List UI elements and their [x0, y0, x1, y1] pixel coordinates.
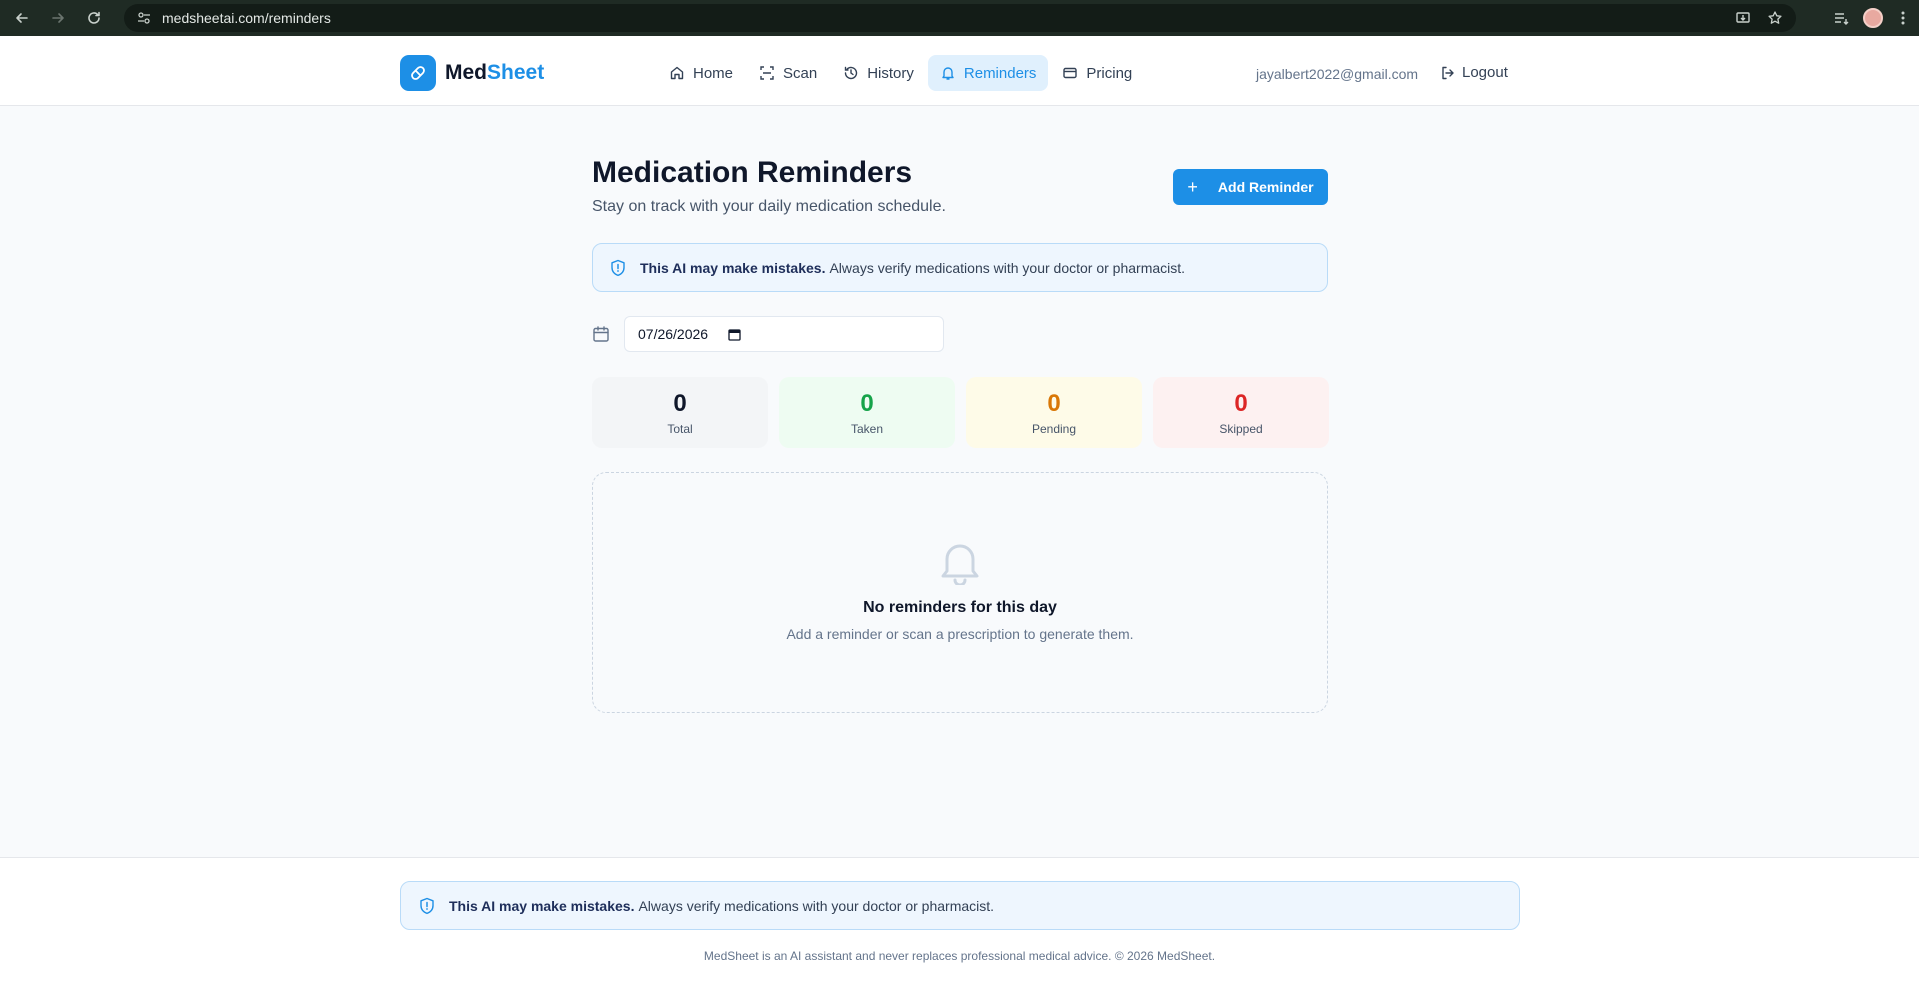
- ai-disclaimer-banner: This AI may make mistakes. Always verify…: [592, 243, 1328, 292]
- plus-icon: +: [1187, 176, 1198, 197]
- footer-disclaimer-text: Always verify medications with your doct…: [638, 897, 995, 914]
- empty-state-title: No reminders for this day: [863, 599, 1057, 616]
- stat-skipped-label: Skipped: [1219, 421, 1263, 436]
- disclaimer-strong: This AI may make mistakes.: [640, 259, 826, 276]
- nav-home-label: Home: [693, 64, 734, 82]
- brand-name-part2: Sheet: [487, 61, 545, 84]
- pill-icon: [400, 55, 436, 91]
- scan-icon: [760, 66, 774, 80]
- browser-toolbar: medsheetai.com/reminders: [0, 0, 1919, 36]
- calendar-icon: [593, 326, 609, 342]
- nav-scan-label: Scan: [783, 64, 818, 82]
- empty-reminders-state: No reminders for this day Add a reminder…: [592, 472, 1328, 713]
- shield-alert-icon: [420, 897, 434, 914]
- empty-state-subtitle: Add a reminder or scan a prescription to…: [786, 626, 1134, 642]
- bell-icon: [942, 67, 954, 80]
- forward-arrow-icon[interactable]: [40, 0, 76, 36]
- bookmark-star-icon[interactable]: [1759, 0, 1791, 36]
- add-reminder-button[interactable]: + Add Reminder: [1173, 169, 1328, 205]
- nav-reminders[interactable]: Reminders: [927, 55, 1049, 91]
- logout-label: Logout: [1462, 64, 1508, 81]
- nav-history-label: History: [867, 64, 914, 82]
- nav-pricing[interactable]: Pricing: [1050, 55, 1144, 91]
- add-reminder-label: Add Reminder: [1217, 179, 1314, 195]
- stat-taken-label: Taken: [850, 421, 884, 436]
- url-text: medsheetai.com/reminders: [162, 10, 331, 26]
- nav-home[interactable]: Home: [657, 55, 745, 91]
- stat-pending: 0 Pending: [966, 377, 1142, 448]
- nav-history[interactable]: History: [831, 55, 926, 91]
- profile-avatar[interactable]: [1857, 0, 1889, 36]
- stat-total-label: Total: [667, 421, 693, 436]
- stat-total-value: 0: [673, 389, 687, 417]
- page-title: Medication Reminders: [592, 156, 913, 189]
- user-email: jayalbert2022@gmail.com: [1256, 66, 1419, 82]
- brand-logo-link[interactable]: MedSheet: [400, 55, 544, 91]
- reading-list-icon[interactable]: [1825, 0, 1857, 36]
- brand-name: MedSheet: [445, 61, 544, 85]
- disclaimer-text: Always verify medications with your doct…: [829, 259, 1186, 276]
- shield-alert-icon: [611, 259, 625, 276]
- bell-outline-icon: [941, 544, 979, 585]
- reload-icon[interactable]: [76, 0, 112, 36]
- stat-skipped-value: 0: [1234, 389, 1248, 417]
- stat-total: 0 Total: [592, 377, 768, 448]
- stats-row: 0 Total 0 Taken 0 Pending 0 Skipped: [592, 377, 1329, 448]
- app-header: MedSheet Home Scan History Reminders Pri…: [0, 36, 1919, 106]
- history-icon: [845, 66, 858, 80]
- card-icon: [1063, 67, 1078, 79]
- stat-taken: 0 Taken: [779, 377, 955, 448]
- home-icon: [670, 66, 684, 80]
- logout-icon: [1442, 66, 1454, 79]
- main-nav: Home Scan History Reminders Pricing: [657, 55, 1146, 91]
- stat-pending-label: Pending: [1031, 421, 1077, 436]
- date-value: 07/26/2026: [638, 326, 709, 342]
- back-arrow-icon[interactable]: [4, 0, 40, 36]
- footer-ai-disclaimer: This AI may make mistakes. Always verify…: [400, 881, 1520, 930]
- date-picker-icon[interactable]: [728, 328, 741, 341]
- date-filter: 07/26/2026: [592, 316, 944, 352]
- address-bar[interactable]: medsheetai.com/reminders: [124, 4, 1796, 32]
- stat-skipped: 0 Skipped: [1153, 377, 1329, 448]
- stat-pending-value: 0: [1047, 389, 1061, 417]
- date-input[interactable]: 07/26/2026: [624, 316, 944, 352]
- nav-pricing-label: Pricing: [1086, 64, 1133, 82]
- nav-reminders-label: Reminders: [963, 64, 1037, 82]
- page-subtitle: Stay on track with your daily medication…: [592, 198, 946, 215]
- site-info-icon[interactable]: [130, 4, 158, 32]
- logout-button[interactable]: Logout: [1440, 64, 1508, 81]
- more-menu-icon[interactable]: [1887, 0, 1919, 36]
- footer-copyright: MedSheet is an AI assistant and never re…: [703, 949, 1216, 963]
- stat-taken-value: 0: [860, 389, 874, 417]
- brand-name-part1: Med: [445, 61, 487, 84]
- install-app-icon[interactable]: [1727, 0, 1759, 36]
- nav-scan[interactable]: Scan: [747, 55, 829, 91]
- footer-disclaimer-strong: This AI may make mistakes.: [449, 897, 635, 914]
